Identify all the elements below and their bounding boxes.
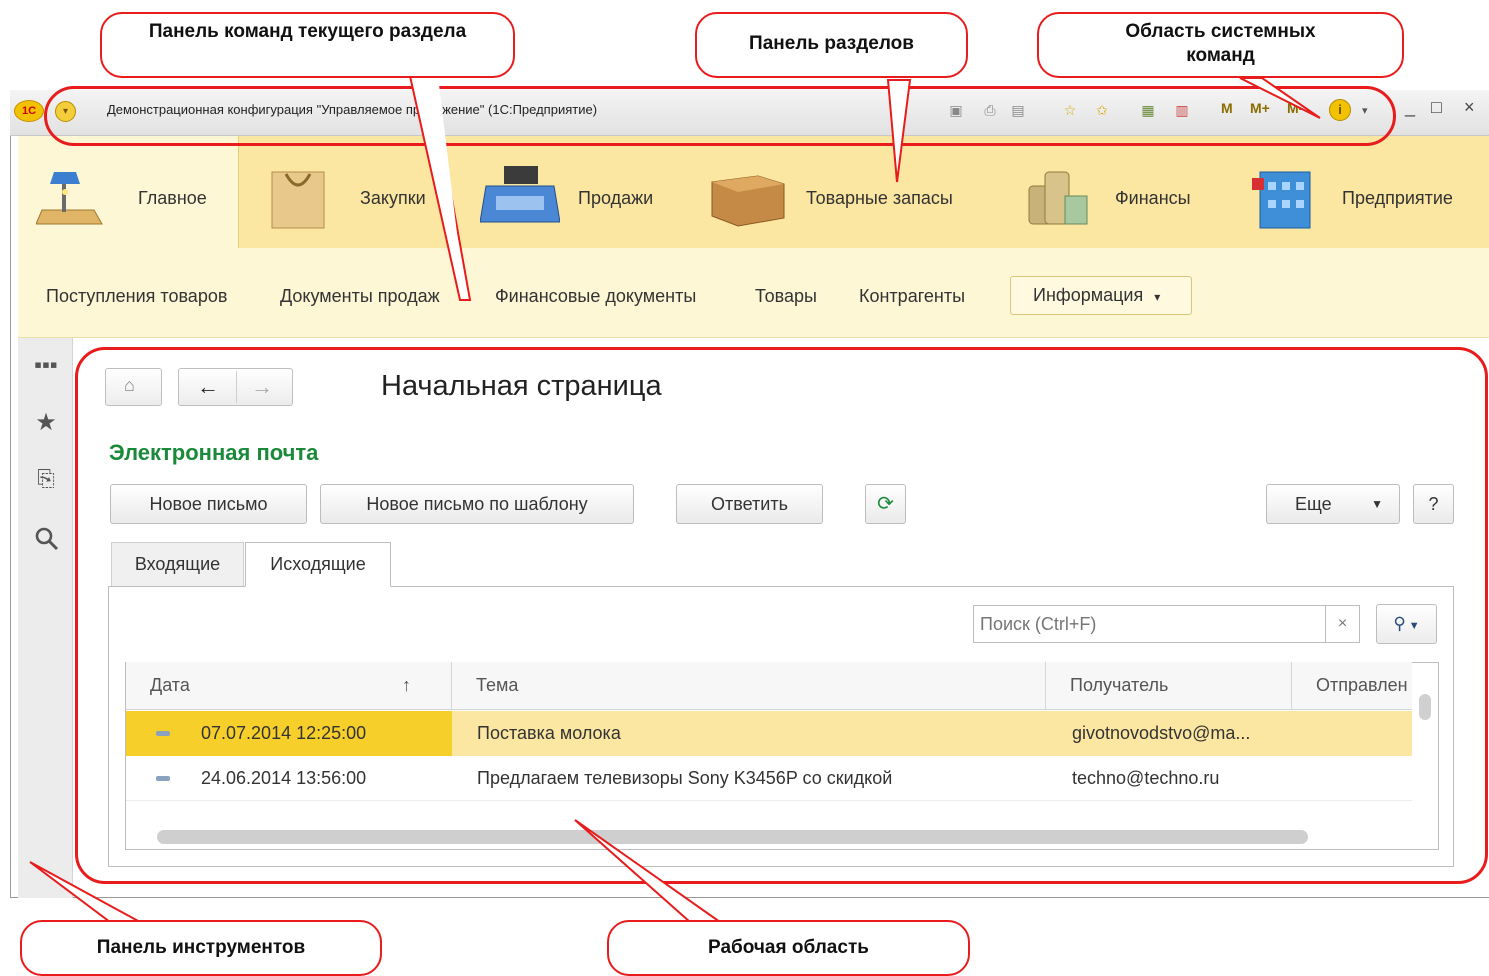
callout-tools-panel: Панель инструментов	[20, 920, 382, 976]
callout-system-commands: Область системных команд	[1037, 12, 1404, 78]
callout-sections-panel: Панель разделов	[695, 12, 968, 78]
callout-command-panel: Панель команд текущего раздела	[100, 12, 515, 78]
callout-work-area: Рабочая область	[607, 920, 970, 976]
callout-pointers	[29, 75, 1321, 923]
